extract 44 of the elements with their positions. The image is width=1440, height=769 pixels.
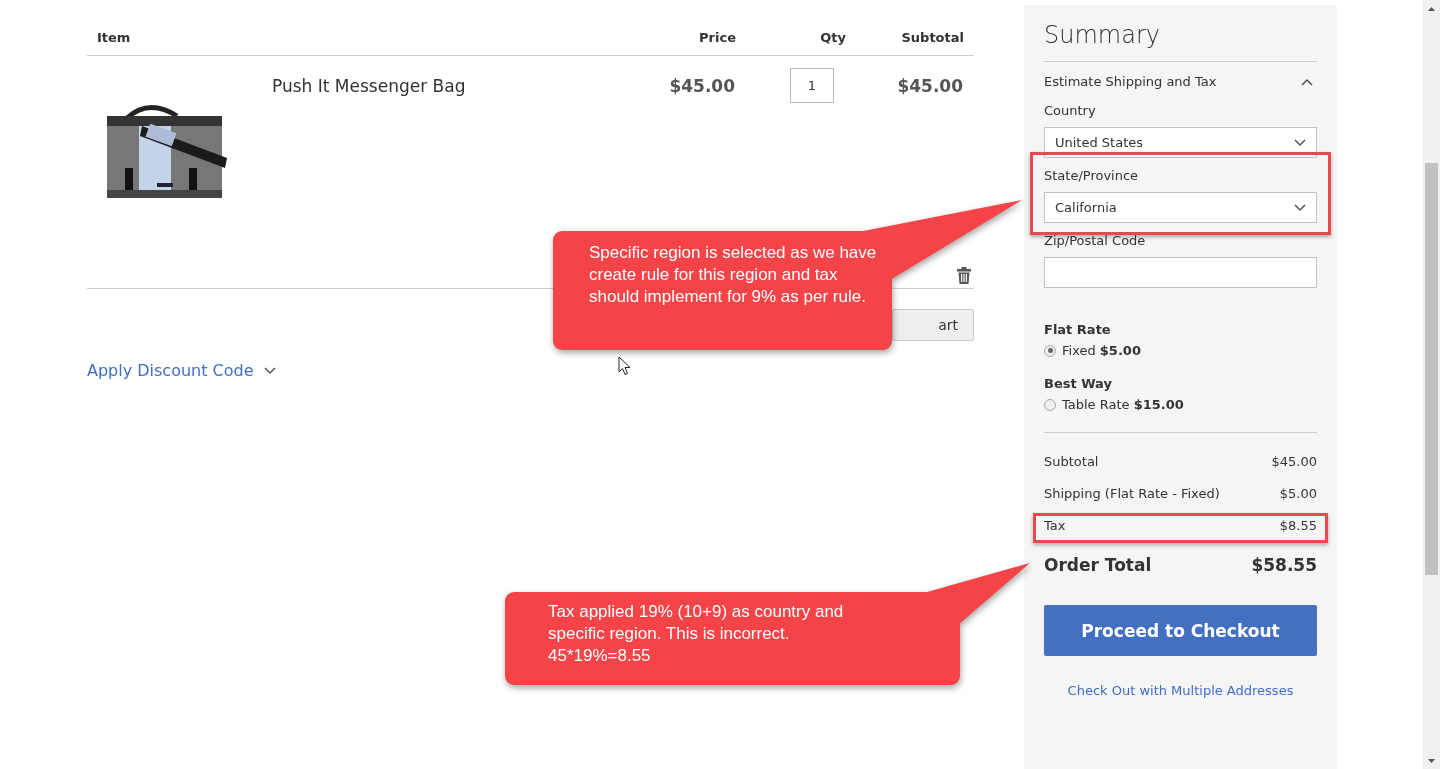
summary-title: Summary <box>1044 21 1317 62</box>
quantity-field[interactable]: 1 <box>790 68 834 103</box>
column-header: Item <box>96 30 132 45</box>
callout-text: Tax applied 19% (10+9) as country and specific region. This is incorrect. 45*19%=8.55 <box>548 601 845 667</box>
carrier-title: Flat Rate <box>1044 322 1112 337</box>
product-name[interactable]: Push It Messenger Bag <box>272 76 466 288</box>
scroll-up-icon[interactable] <box>1428 6 1435 11</box>
order-total-value: $58.55 <box>1251 555 1317 575</box>
total-value: $5.00 <box>1279 485 1317 501</box>
column-header: Price <box>698 30 737 45</box>
cursor-icon <box>618 356 631 376</box>
chevron-down-icon <box>263 366 276 375</box>
shipping-option: Table Rate $15.00 <box>1062 397 1184 412</box>
column-header: Qty <box>819 30 847 45</box>
discount-link[interactable]: Apply Discount Code <box>87 361 254 380</box>
input-field[interactable] <box>1044 257 1317 288</box>
section-toggle[interactable]: Estimate Shipping and Tax <box>1044 74 1217 89</box>
field-label: State/Province <box>1044 168 1140 183</box>
callout-text: Specific region is selected as we have create rule for this region and tax should implement for 9% as per rule. <box>589 242 878 308</box>
scroll-down-icon[interactable] <box>1428 758 1435 763</box>
chevron-down-icon <box>1294 138 1306 147</box>
trash-icon[interactable] <box>957 267 971 284</box>
column-header: Subtotal <box>900 30 965 45</box>
total-label: Subtotal <box>1044 453 1099 469</box>
field-label: Country <box>1044 103 1097 118</box>
shipping-option: Fixed $5.00 <box>1062 343 1141 358</box>
subtotal: $45.00 <box>897 76 963 96</box>
scrollbar-thumb[interactable] <box>1425 163 1438 575</box>
carrier-title: Best Way <box>1044 376 1113 391</box>
order-total-label: Order Total <box>1044 555 1152 575</box>
dropdown[interactable]: United States <box>1044 127 1317 158</box>
dropdown[interactable]: California <box>1044 192 1317 223</box>
multiple-addresses-link[interactable]: Check Out with Multiple Addresses <box>1044 683 1317 698</box>
price: $45.00 <box>669 76 735 96</box>
radio-button[interactable] <box>1044 398 1056 411</box>
total-value: $8.55 <box>1279 517 1317 533</box>
checkout-button[interactable]: Proceed to Checkout <box>1044 605 1317 656</box>
total-value: $45.00 <box>1271 453 1317 469</box>
update-cart-button[interactable]: art <box>892 309 974 341</box>
total-label: Shipping (Flat Rate - Fixed) <box>1044 485 1220 501</box>
radio-button[interactable] <box>1044 344 1056 357</box>
total-label: Tax <box>1044 517 1066 533</box>
chevron-down-icon <box>1294 203 1306 212</box>
field-label: Zip/Postal Code <box>1044 233 1147 248</box>
